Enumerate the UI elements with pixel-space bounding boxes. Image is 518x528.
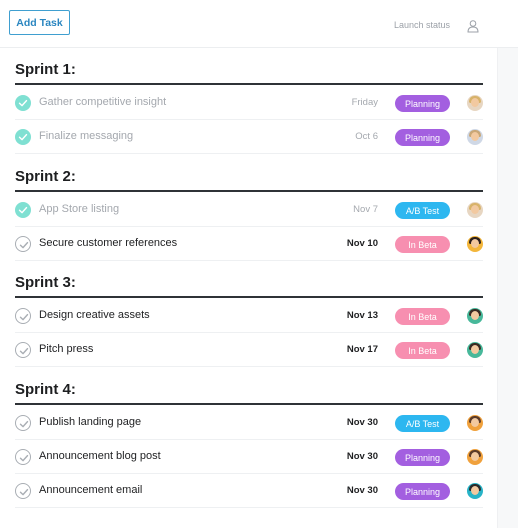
right-scroll-strip [497, 48, 518, 528]
task-due-date[interactable]: Nov 30 [347, 417, 378, 428]
avatar-dark[interactable] [467, 236, 483, 252]
task-due-date[interactable]: Friday [352, 97, 378, 108]
task-name[interactable]: Announcement blog post [39, 450, 161, 462]
avatar-orange[interactable] [467, 449, 483, 465]
task-due-date[interactable]: Nov 30 [347, 451, 378, 462]
checkmark-open-icon[interactable] [15, 483, 31, 499]
avatar-orange[interactable] [467, 415, 483, 431]
launch-status-label: Launch status [394, 20, 451, 30]
task-due-date[interactable]: Nov 17 [347, 344, 378, 355]
avatar-teal[interactable] [467, 342, 483, 358]
checkmark-open-icon[interactable] [15, 342, 31, 358]
status-badge[interactable]: Planning [395, 483, 450, 500]
status-badge[interactable]: Planning [395, 129, 450, 146]
status-badge[interactable]: Planning [395, 449, 450, 466]
sprint-title: Sprint 1: [15, 61, 76, 78]
status-badge[interactable]: Planning [395, 95, 450, 112]
status-badge[interactable]: A/B Test [395, 202, 450, 219]
checkmark-done-icon[interactable] [15, 95, 31, 111]
status-badge[interactable]: A/B Test [395, 415, 450, 432]
sprint-divider [15, 403, 483, 405]
task-name[interactable]: Secure customer references [39, 237, 177, 249]
sprint-divider [15, 83, 483, 85]
task-name[interactable]: App Store listing [39, 203, 119, 215]
checkmark-open-icon[interactable] [15, 415, 31, 431]
checkmark-open-icon[interactable] [15, 449, 31, 465]
sprint-divider [15, 190, 483, 192]
status-badge[interactable]: In Beta [395, 342, 450, 359]
checkmark-open-icon[interactable] [15, 236, 31, 252]
task-row[interactable]: Publish landing page Nov 30 A/B Test [0, 406, 497, 440]
sprint-title: Sprint 2: [15, 168, 76, 185]
avatar-teal[interactable] [467, 308, 483, 324]
task-row[interactable]: Announcement email Nov 30 Planning [0, 474, 497, 508]
checkmark-done-icon[interactable] [15, 202, 31, 218]
row-divider [15, 153, 483, 154]
task-due-date[interactable]: Nov 13 [347, 310, 378, 321]
task-row[interactable]: App Store listing Nov 7 A/B Test [0, 193, 497, 227]
task-row[interactable]: Finalize messaging Oct 6 Planning [0, 120, 497, 154]
sprint-title: Sprint 3: [15, 274, 76, 291]
person-icon[interactable] [466, 19, 480, 33]
task-name[interactable]: Gather competitive insight [39, 96, 166, 108]
task-due-date[interactable]: Nov 10 [347, 238, 378, 249]
task-row[interactable]: Announcement blog post Nov 30 Planning [0, 440, 497, 474]
top-toolbar: Add Task Launch status [0, 0, 518, 48]
sprint-divider [15, 296, 483, 298]
checkmark-open-icon[interactable] [15, 308, 31, 324]
checkmark-done-icon[interactable] [15, 129, 31, 145]
sprint-title: Sprint 4: [15, 381, 76, 398]
task-row[interactable]: Gather competitive insight Friday Planning [0, 86, 497, 120]
row-divider [15, 507, 483, 508]
task-name[interactable]: Design creative assets [39, 309, 150, 321]
row-divider [15, 260, 483, 261]
task-row[interactable]: Secure customer references Nov 10 In Beta [0, 227, 497, 261]
task-name[interactable]: Finalize messaging [39, 130, 133, 142]
status-badge[interactable]: In Beta [395, 308, 450, 325]
task-due-date[interactable]: Nov 7 [353, 204, 378, 215]
task-name[interactable]: Publish landing page [39, 416, 141, 428]
task-due-date[interactable]: Nov 30 [347, 485, 378, 496]
avatar-blonde[interactable] [467, 202, 483, 218]
task-due-date[interactable]: Oct 6 [355, 131, 378, 142]
status-badge[interactable]: In Beta [395, 236, 450, 253]
task-name[interactable]: Pitch press [39, 343, 93, 355]
row-divider [15, 366, 483, 367]
task-row[interactable]: Pitch press Nov 17 In Beta [0, 333, 497, 367]
avatar-cyan[interactable] [467, 483, 483, 499]
avatar-blue[interactable] [467, 129, 483, 145]
task-row[interactable]: Design creative assets Nov 13 In Beta [0, 299, 497, 333]
avatar-blonde[interactable] [467, 95, 483, 111]
add-task-button[interactable]: Add Task [9, 10, 70, 35]
task-name[interactable]: Announcement email [39, 484, 142, 496]
